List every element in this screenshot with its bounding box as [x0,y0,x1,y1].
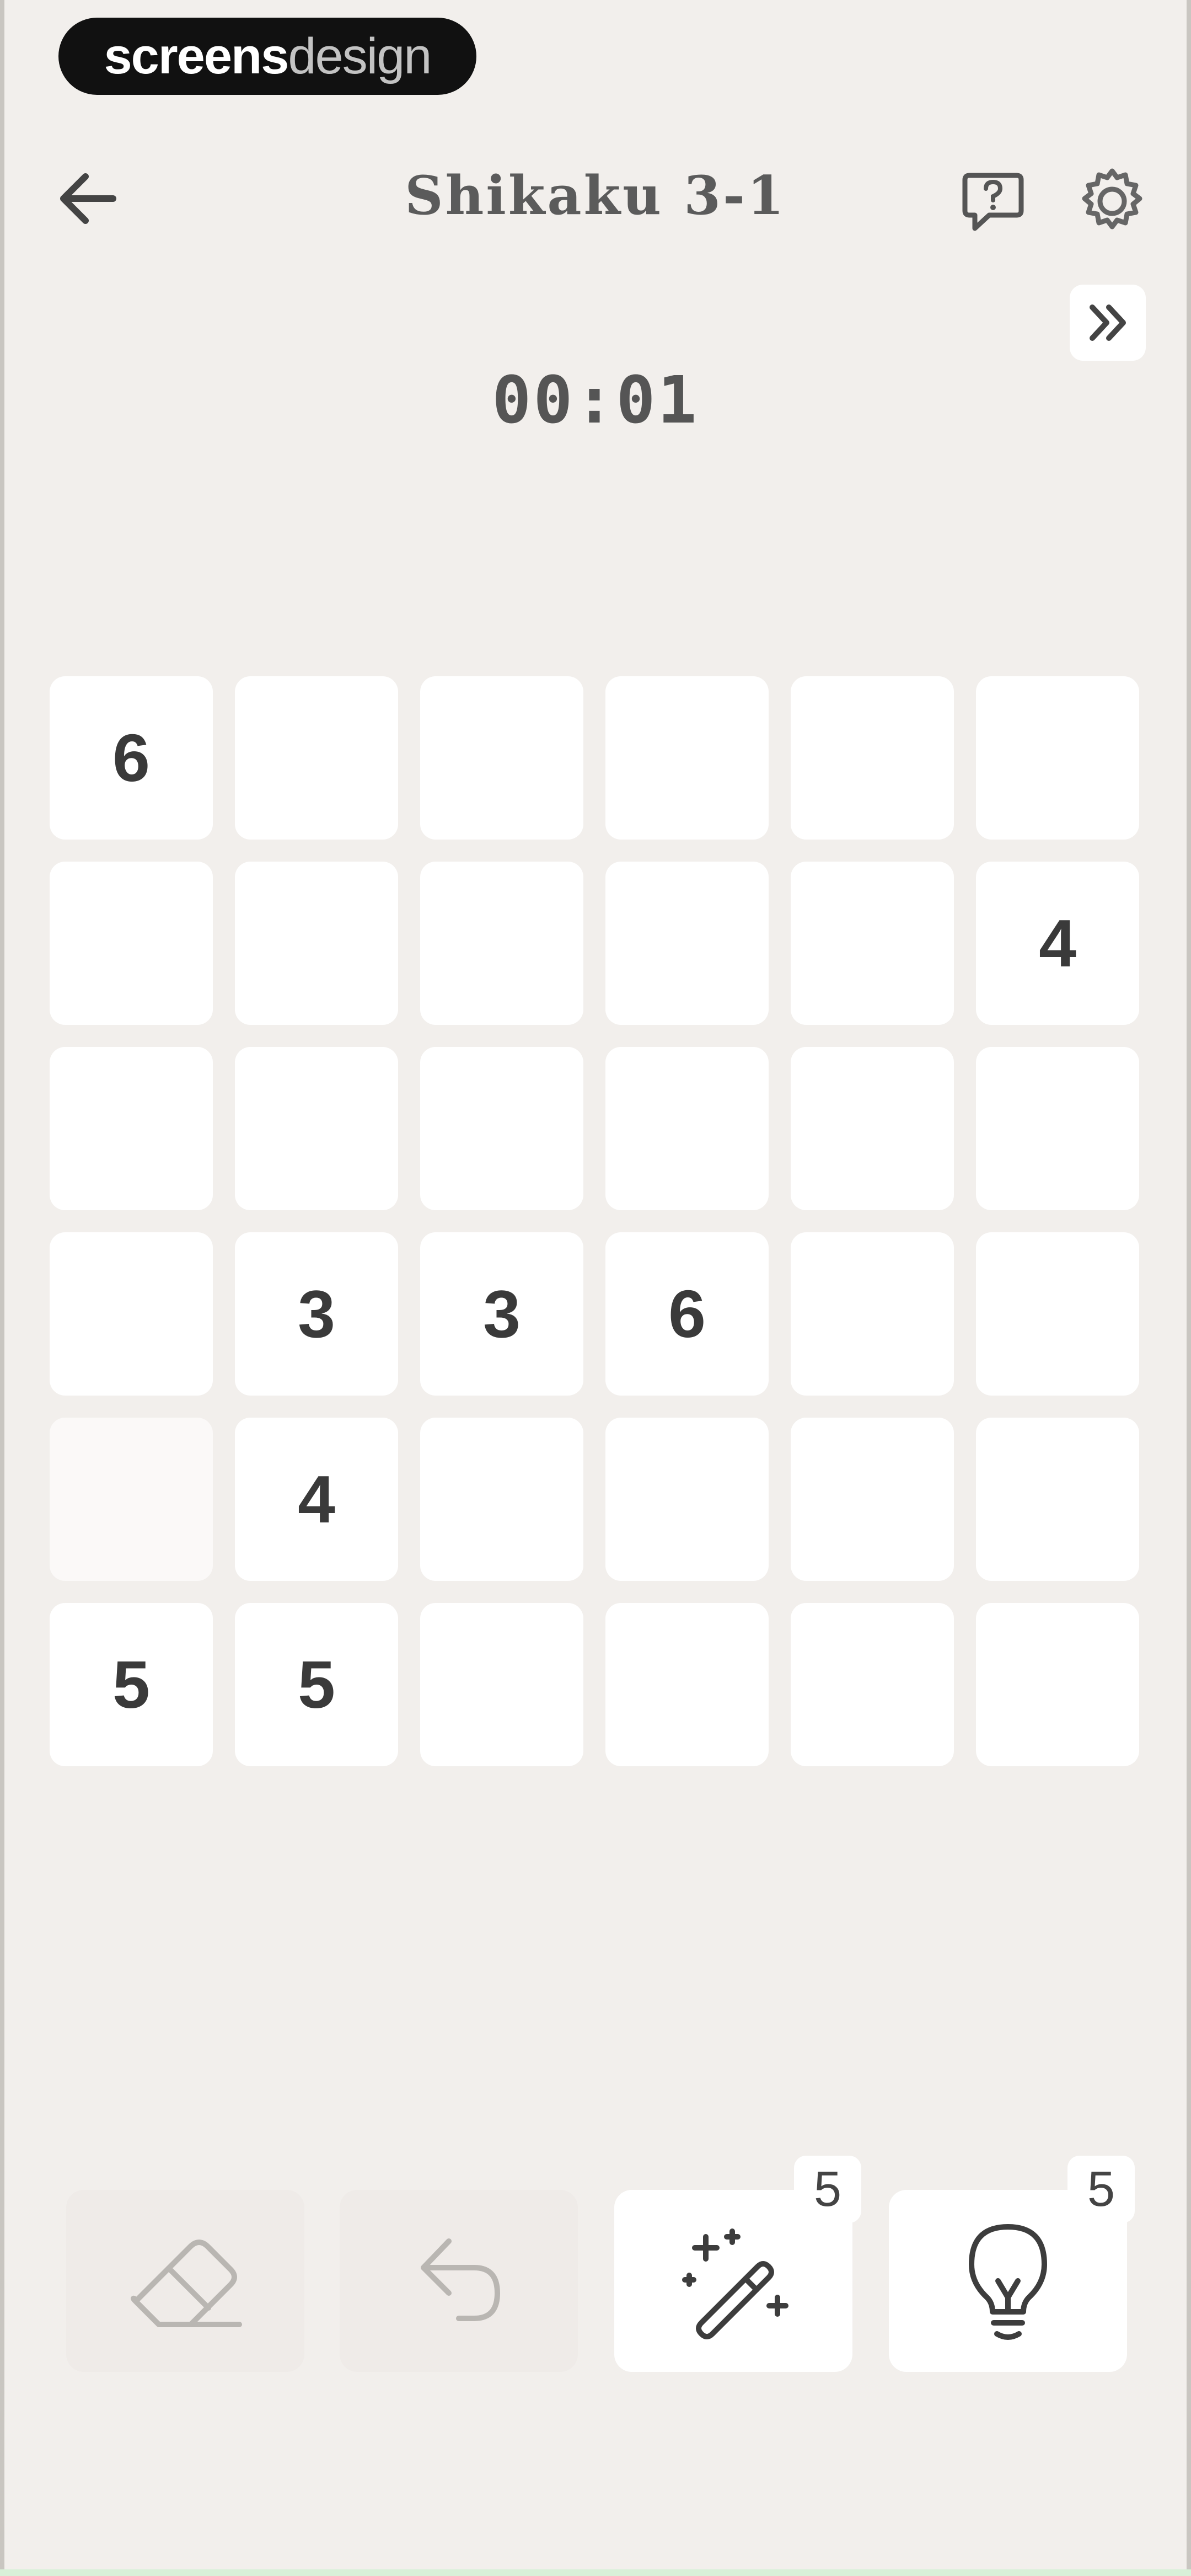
grid-cell[interactable] [420,676,583,840]
grid-cell[interactable] [50,862,213,1025]
undo-icon [421,2238,500,2321]
puzzle-grid: 6 4 3 3 6 4 5 5 [50,676,1141,1768]
arrow-left-icon [60,173,116,224]
grid-cell[interactable] [50,1418,213,1581]
frame-edge-right [1187,0,1191,2576]
double-chevron-right-icon [1090,304,1126,341]
frame-edge-left [0,0,4,2576]
grid-cell[interactable] [791,1232,954,1396]
grid-cell[interactable] [235,1047,398,1210]
undo-button[interactable] [340,2190,578,2372]
grid-cell[interactable] [791,1603,954,1766]
grid-cell[interactable]: 6 [50,676,213,840]
settings-button[interactable] [1071,160,1154,243]
grid-cell[interactable] [605,1047,769,1210]
hint-count-badge: 5 [1067,2156,1135,2223]
grid-cell[interactable]: 6 [605,1232,769,1396]
back-button[interactable] [50,160,127,237]
eraser-button[interactable] [66,2190,304,2372]
grid-cell[interactable] [791,1418,954,1581]
help-bubble-icon [962,173,1024,231]
skip-button[interactable] [1070,285,1146,361]
grid-cell[interactable] [50,1047,213,1210]
grid-cell[interactable]: 3 [235,1232,398,1396]
brand-logo-bold: screens [104,28,289,84]
help-button[interactable] [952,160,1034,243]
grid-cell[interactable] [235,676,398,840]
magic-wand-count-badge: 5 [794,2156,861,2223]
grid-cell[interactable] [420,1418,583,1581]
grid-cell[interactable] [605,1418,769,1581]
grid-cell[interactable] [976,1047,1139,1210]
grid-cell[interactable] [420,862,583,1025]
grid-cell[interactable] [235,862,398,1025]
frame-edge-bottom [0,2569,1191,2576]
grid-cell[interactable] [605,676,769,840]
grid-cell[interactable] [605,1603,769,1766]
grid-cell[interactable]: 4 [976,862,1139,1025]
timer: 00:01 [492,362,699,438]
eraser-icon [131,2240,242,2327]
grid-cell[interactable] [791,676,954,840]
grid-cell[interactable] [420,1047,583,1210]
grid-cell[interactable] [976,1232,1139,1396]
grid-cell[interactable] [791,1047,954,1210]
grid-cell[interactable]: 5 [50,1603,213,1766]
grid-cell[interactable] [50,1232,213,1396]
brand-logo: screens design [58,18,476,95]
grid-cell[interactable] [791,862,954,1025]
lightbulb-icon [969,2224,1047,2340]
brand-logo-light: design [288,28,432,84]
magic-wand-icon [682,2228,788,2339]
grid-cell[interactable] [420,1603,583,1766]
gear-icon [1082,168,1142,229]
grid-cell[interactable]: 4 [235,1418,398,1581]
grid-cell[interactable] [976,676,1139,840]
grid-cell[interactable] [976,1418,1139,1581]
page-title: Shikaku 3-1 [405,164,786,227]
grid-cell[interactable] [976,1603,1139,1766]
grid-cell[interactable]: 3 [420,1232,583,1396]
grid-cell[interactable]: 5 [235,1603,398,1766]
grid-cell[interactable] [605,862,769,1025]
